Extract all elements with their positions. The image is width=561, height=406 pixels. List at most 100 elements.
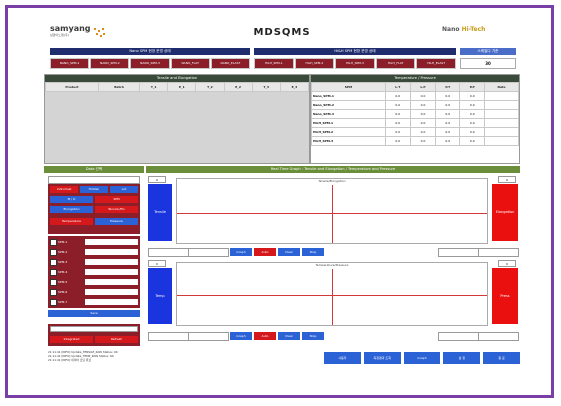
bottom-button[interactable]: Graph [403,352,441,364]
chart1-date-start[interactable] [148,248,189,257]
tensile-column-header: Product [45,82,99,92]
chart2-ctrl-button[interactable]: Graph [230,332,252,340]
tensile-side-label: Tensile [148,184,172,241]
left-spm-button[interactable]: NANO_FLAT [170,58,210,69]
chart1-ctrl-button[interactable]: Auto [254,248,276,256]
tensile-column-header: T_3 [251,82,281,92]
checkbox-icon[interactable] [50,278,57,286]
table-row: HiLH_SPM-2 0.0 0.0 0.0 0.0 [311,127,519,137]
table-cell: 0.0 [435,136,461,146]
left-spm-buttons: NANO_SPM-1 NANO_SPM-2 NANO_SPM-3 NANO_FLAT N… [50,58,251,69]
brand-dots-icon [94,28,106,40]
chart1-right-date-start[interactable] [438,248,479,257]
table-cell: 0.0 [409,118,437,128]
spm-check-row[interactable]: SPM-2 [50,248,138,256]
chart2-date-start[interactable] [148,332,189,341]
table-cell [484,127,519,137]
bottom-button[interactable]: 설 정 [443,352,481,364]
chart1-date-end[interactable] [188,248,229,257]
chart2-ctrl-button[interactable]: Stop [302,332,324,340]
chart1-ctrl-button[interactable]: Stop [302,248,324,256]
chart1-right-date-end[interactable] [478,248,519,257]
right-spm-button[interactable]: HiLH_FLAT [375,58,416,69]
left-spm-button[interactable]: NANO_SPM-3 [130,58,170,69]
spm-check-field[interactable] [85,249,138,255]
checkbox-icon[interactable] [50,298,57,306]
tensile-column-header: E_2 [223,82,253,92]
tension-elo-button[interactable]: Tension/Elo [95,206,138,213]
table-row: Nano_SPM-3 0.0 0.0 0.0 0.0 [311,109,519,119]
chart2-ctrl-button[interactable]: Clear [278,332,300,340]
chart2-ctrl-button[interactable]: Auto [254,332,276,340]
bottom-button[interactable]: 사용자 [324,352,361,364]
table-cell: 0.0 [435,100,461,110]
left-status-header: Nano SPM 현장 운영 상태 [50,48,250,55]
table-cell: 0.0 [459,91,486,101]
app-window: samyang 삼양이노켐(주) MDSQMS Nano Hi-Tech Nan… [42,22,522,367]
spm-check-row[interactable]: SPM-3 [50,258,138,266]
right-spm-button[interactable]: HiLH_SPM-1 [254,58,294,69]
chart2-right-date-start[interactable] [438,332,479,341]
temp-column-header: L.P [409,82,437,92]
chart2-controls: Graph Auto Clear Stop [148,330,519,342]
integrated-button[interactable]: Integrated [50,336,93,343]
spm-check-row[interactable]: SPM-5 [50,278,138,286]
bottom-button-bar: 사용자 측정결과 조회 Graph 설 정종 료 [324,352,520,364]
table-cell: 0.0 [435,118,461,128]
chart1-right-spin[interactable]: 0 [498,176,516,183]
spm-check-row[interactable]: SPM-1 [50,238,138,246]
checkbox-icon[interactable] [50,248,57,256]
elongation-button[interactable]: Elongation [50,206,93,213]
chart2-date-end[interactable] [188,332,229,341]
table-cell: 0.0 [384,91,411,101]
spm-check-label: SPM-3 [58,260,68,264]
checkbox-icon[interactable] [50,288,57,296]
scale-value: 30 [460,58,516,69]
spm-check-field[interactable] [85,239,138,245]
spm-check-field[interactable] [85,269,138,275]
table-cell [484,118,519,128]
checkbox-icon[interactable] [50,238,57,246]
pressure-button[interactable]: Pressure [95,218,138,225]
chart2-right-date-end[interactable] [478,332,519,341]
md-button[interactable]: M / D [50,196,93,203]
bottom-select[interactable] [50,326,138,332]
spm-check-field[interactable] [85,279,138,285]
chart1-ctrl-button[interactable]: Clear [278,248,300,256]
chart2-left-spin[interactable]: 0 [148,260,166,267]
checkbox-icon[interactable] [50,268,57,276]
spm-check-row[interactable]: SPM-4 [50,268,138,276]
table-cell: 0.0 [459,127,486,137]
temp-column-header: Date [484,82,519,92]
temperature-button[interactable]: Temperature [50,218,93,225]
save-button[interactable]: Save [48,310,140,317]
spm-check-field[interactable] [85,289,138,295]
left-spm-button[interactable]: NANO_ELAST [210,58,251,69]
chart2-right-spin[interactable]: 0 [498,260,516,267]
bottom-button[interactable]: 종 료 [483,352,520,364]
refresh-button[interactable]: Refresh [95,336,138,343]
right-spm-button[interactable]: HiLH_SPM-2 [294,58,335,69]
right-spm-button[interactable]: HiLH_ELAST [416,58,456,69]
chart1-left-spin[interactable]: 0 [148,176,166,183]
individual-button[interactable]: Individual [50,186,78,193]
chart1-ctrl-button[interactable]: Graph [230,248,252,256]
hidden-button[interactable]: Hidden [80,186,108,193]
spm-button[interactable]: SPM [95,196,138,203]
chart2-hline [177,295,487,296]
table-cell: 0.0 [384,136,411,146]
spm-check-row[interactable]: SPM-6 [50,288,138,296]
bottom-button[interactable]: 측정결과 조회 [363,352,401,364]
left-spm-button[interactable]: NANO_SPM-2 [90,58,130,69]
left-spm-button[interactable]: NANO_SPM-1 [50,58,90,69]
chart1-title: Tensile/Elongation [318,179,346,183]
lot-button[interactable]: Lot [110,186,138,193]
tensile-column-header: T_2 [195,82,225,92]
spm-check-field[interactable] [85,259,138,265]
right-spm-button[interactable]: HiLH_SPM-3 [335,58,375,69]
checkbox-icon[interactable] [50,258,57,266]
spm-check-field[interactable] [85,299,138,305]
left-panel-select[interactable] [48,176,140,184]
table-cell: Nano_SPM-2 [311,100,386,110]
spm-check-row[interactable]: SPM-7 [50,298,138,306]
